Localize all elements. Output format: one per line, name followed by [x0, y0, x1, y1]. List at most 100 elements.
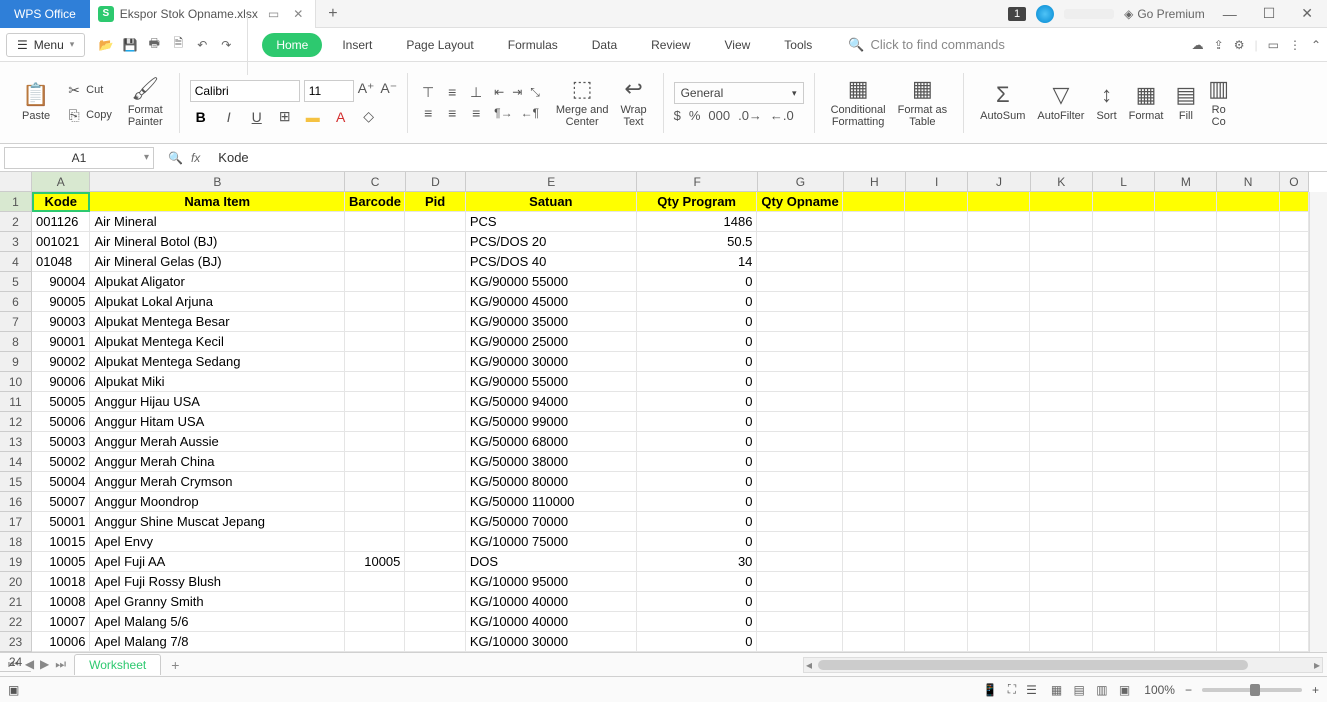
cell[interactable]: [905, 332, 967, 352]
cell[interactable]: KG/50000 99000: [466, 412, 637, 432]
column-header-K[interactable]: K: [1031, 172, 1093, 191]
number-format-select[interactable]: General ▾: [674, 82, 804, 104]
page-layout-icon[interactable]: ▤: [1070, 683, 1089, 697]
cell[interactable]: [1280, 492, 1309, 512]
column-header-F[interactable]: F: [637, 172, 758, 191]
column-header-A[interactable]: A: [32, 172, 90, 191]
cell[interactable]: [1155, 272, 1217, 292]
cell[interactable]: [1093, 392, 1155, 412]
cell[interactable]: [757, 292, 843, 312]
cell[interactable]: Apel Envy: [90, 532, 344, 552]
cell[interactable]: [345, 312, 405, 332]
cell[interactable]: [757, 312, 843, 332]
clear-format-button[interactable]: ◇: [358, 108, 380, 125]
cell[interactable]: [905, 592, 967, 612]
cell[interactable]: [1280, 532, 1309, 552]
autofilter-button[interactable]: ▽AutoFilter: [1031, 81, 1090, 123]
row-header-16[interactable]: 16: [0, 492, 31, 512]
cell[interactable]: 50007: [32, 492, 90, 512]
cell[interactable]: [1280, 592, 1309, 612]
cell[interactable]: 10005: [32, 552, 90, 572]
header-cell[interactable]: Nama Item: [90, 192, 344, 212]
cell[interactable]: [968, 492, 1030, 512]
cell[interactable]: [1030, 392, 1092, 412]
cell[interactable]: [968, 412, 1030, 432]
cell[interactable]: [345, 232, 405, 252]
cell[interactable]: [1093, 232, 1155, 252]
cell[interactable]: [1093, 292, 1155, 312]
cell[interactable]: 0: [637, 432, 758, 452]
cell[interactable]: [1030, 352, 1092, 372]
row-header-9[interactable]: 9: [0, 352, 31, 372]
cell[interactable]: 001021: [32, 232, 90, 252]
cell[interactable]: [405, 612, 465, 632]
cell[interactable]: [1030, 212, 1092, 232]
cell[interactable]: [843, 352, 905, 372]
cell[interactable]: 0: [637, 332, 758, 352]
cell[interactable]: [1030, 332, 1092, 352]
font-color-button[interactable]: A: [330, 109, 352, 125]
cell[interactable]: [1155, 592, 1217, 612]
cell[interactable]: [905, 552, 967, 572]
bold-button[interactable]: B: [190, 109, 212, 125]
cell[interactable]: KG/90000 55000: [466, 272, 637, 292]
cell[interactable]: PCS/DOS 40: [466, 252, 637, 272]
cell[interactable]: 50002: [32, 452, 90, 472]
cell[interactable]: [968, 272, 1030, 292]
cell[interactable]: 1486: [637, 212, 758, 232]
close-window-icon[interactable]: ✕: [1293, 5, 1321, 22]
select-all-corner[interactable]: [0, 172, 32, 192]
cell[interactable]: KG/90000 55000: [466, 372, 637, 392]
zoom-out-icon[interactable]: −: [1185, 683, 1192, 697]
cell[interactable]: [843, 512, 905, 532]
cell[interactable]: [1155, 512, 1217, 532]
cell[interactable]: [1217, 492, 1279, 512]
cell[interactable]: 50.5: [637, 232, 758, 252]
ribbon-tab-home[interactable]: Home: [262, 33, 322, 57]
cell[interactable]: [405, 552, 465, 572]
cell[interactable]: KG/50000 110000: [466, 492, 637, 512]
row-header-8[interactable]: 8: [0, 332, 31, 352]
cell[interactable]: [843, 252, 905, 272]
cell[interactable]: [345, 472, 405, 492]
column-header-O[interactable]: O: [1280, 172, 1309, 191]
cell[interactable]: [1093, 512, 1155, 532]
phone-icon[interactable]: 📱: [983, 683, 998, 697]
cell[interactable]: [1280, 552, 1309, 572]
cell[interactable]: [1217, 232, 1279, 252]
cell[interactable]: [345, 272, 405, 292]
row-header-20[interactable]: 20: [0, 572, 31, 592]
font-name-input[interactable]: [190, 80, 300, 102]
cell[interactable]: [905, 212, 967, 232]
cell[interactable]: [1030, 612, 1092, 632]
cell[interactable]: [1030, 592, 1092, 612]
cell[interactable]: [1093, 472, 1155, 492]
cell[interactable]: [405, 412, 465, 432]
format-painter-button[interactable]: 🖌 Format Painter: [122, 75, 169, 129]
cell[interactable]: [1280, 572, 1309, 592]
cell[interactable]: [1280, 612, 1309, 632]
cell[interactable]: [968, 292, 1030, 312]
ribbon-tab-review[interactable]: Review: [637, 33, 704, 57]
currency-icon[interactable]: $: [674, 108, 681, 123]
cell[interactable]: [843, 612, 905, 632]
cell[interactable]: [405, 292, 465, 312]
go-premium-button[interactable]: ◈ Go Premium: [1124, 7, 1205, 21]
cell[interactable]: [1030, 372, 1092, 392]
cell[interactable]: 0: [637, 532, 758, 552]
cell[interactable]: [843, 312, 905, 332]
share-icon[interactable]: ⇪: [1214, 38, 1224, 52]
cell[interactable]: [905, 612, 967, 632]
header-cell[interactable]: Qty Program: [637, 192, 758, 212]
notification-badge[interactable]: 1: [1008, 7, 1026, 21]
cell[interactable]: [1093, 312, 1155, 332]
cell[interactable]: [1093, 252, 1155, 272]
header-cell[interactable]: [1280, 192, 1309, 212]
decrease-decimal-icon[interactable]: ←.0: [770, 108, 794, 123]
scroll-right-icon[interactable]: ▸: [1314, 658, 1320, 672]
cell[interactable]: KG/10000 30000: [466, 632, 637, 652]
header-cell[interactable]: Satuan: [466, 192, 637, 212]
cell[interactable]: [345, 632, 405, 652]
vertical-scrollbar[interactable]: [1309, 192, 1327, 652]
cell[interactable]: Air Mineral Gelas (BJ): [90, 252, 344, 272]
